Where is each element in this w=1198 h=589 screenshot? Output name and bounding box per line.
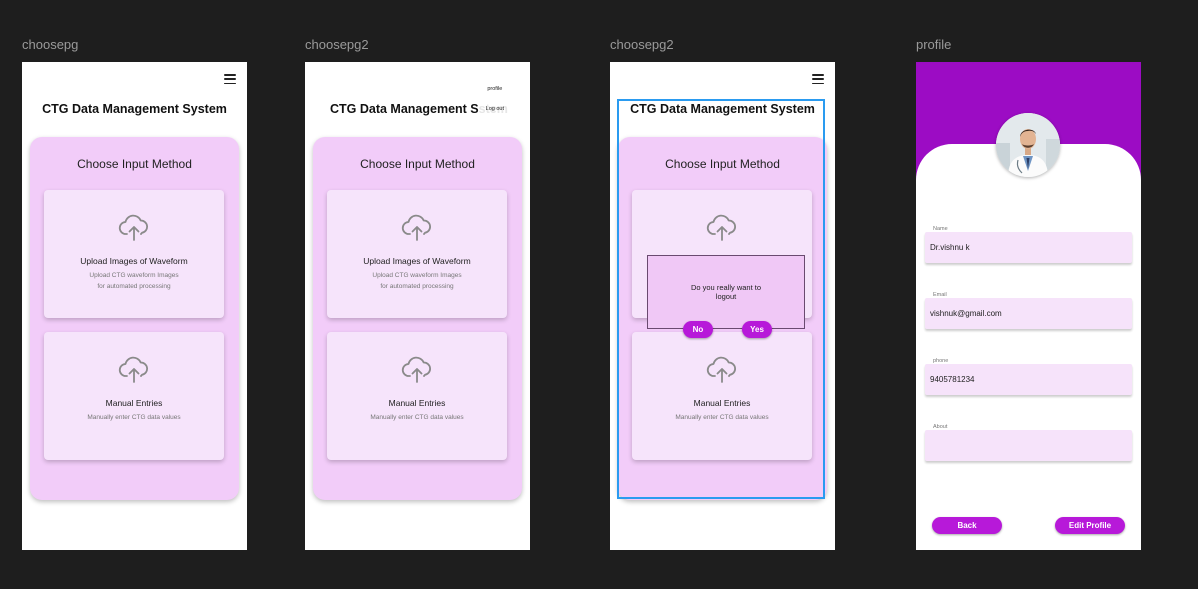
frame-choosepg2-logout: CTG Data Management System Choose Input … [610, 62, 835, 550]
input-method-panel: Choose Input Method Upload Images of Wav… [30, 137, 239, 500]
upload-card-desc-2: for automated processing [380, 283, 454, 290]
manual-card-desc: Manually enter CTG data values [370, 414, 464, 421]
name-value: Dr.vishnu k [930, 243, 970, 252]
phone-field[interactable]: 9405781234 [925, 364, 1132, 395]
upload-waveform-card[interactable]: Upload Images of Waveform Upload CTG wav… [327, 190, 507, 318]
manual-card-title: Manual Entries [388, 398, 446, 408]
dropdown-menu: profile Log out [486, 86, 504, 126]
dialog-message-line2: logout [715, 292, 737, 301]
phone-value: 9405781234 [930, 375, 975, 384]
frame-label-choosepg2-logout: choosepg2 [610, 37, 674, 52]
frame-label-choosepg2: choosepg2 [305, 37, 369, 52]
dialog-yes-button[interactable]: Yes [742, 321, 772, 338]
cloud-upload-icon [706, 356, 736, 383]
doctor-avatar-photo [996, 113, 1060, 177]
about-field[interactable] [925, 430, 1132, 461]
manual-entries-card[interactable]: Manual Entries Manually enter CTG data v… [327, 332, 507, 460]
cloud-upload-icon [118, 356, 148, 383]
manual-card-desc: Manually enter CTG data values [675, 414, 769, 421]
upload-card-title: Upload Images of Waveform [80, 256, 188, 266]
dialog-message-line1: Do you really want to [690, 283, 762, 292]
input-method-panel: Choose Input Method Upload Images of Wav… [313, 137, 522, 500]
app-title: CTG Data Management System [630, 102, 815, 116]
app-title: CTG Data Management System [42, 102, 227, 116]
manual-entries-card[interactable]: Manual Entries Manually enter CTG data v… [44, 332, 224, 460]
hamburger-menu-icon[interactable] [224, 74, 236, 84]
frame-label-choosepg: choosepg [22, 37, 79, 52]
cloud-upload-icon [118, 214, 148, 241]
menu-item-logout[interactable]: Log out [486, 106, 504, 112]
back-button[interactable]: Back [932, 517, 1002, 534]
panel-title: Choose Input Method [77, 157, 192, 171]
cloud-upload-icon [706, 214, 736, 241]
manual-card-title: Manual Entries [693, 398, 751, 408]
hamburger-menu-icon[interactable] [812, 74, 824, 84]
frame-choosepg2: CTG Data Management Sstem profile Log ou… [305, 62, 530, 550]
manual-card-desc: Manually enter CTG data values [87, 414, 181, 421]
upload-card-desc-1: Upload CTG waveform Images [372, 272, 462, 279]
manual-card-title: Manual Entries [105, 398, 163, 408]
upload-card-title: Upload Images of Waveform [363, 256, 471, 266]
panel-title: Choose Input Method [665, 157, 780, 171]
dialog-no-button[interactable]: No [683, 321, 713, 338]
frame-label-profile: profile [916, 37, 952, 52]
profile-body [916, 144, 1141, 550]
dialog-message: Do you really want to logout [668, 283, 784, 301]
frame-profile: Name Dr.vishnu k Email vishnuk@gmail.com… [916, 62, 1141, 550]
avatar [996, 113, 1060, 177]
manual-entries-card[interactable]: Manual Entries Manually enter CTG data v… [632, 332, 812, 460]
logout-confirm-dialog: Do you really want to logout No Yes [647, 255, 805, 338]
email-value: vishnuk@gmail.com [930, 309, 1002, 318]
app-title: CTG Data Management Sstem [330, 102, 508, 116]
edit-profile-button[interactable]: Edit Profile [1055, 517, 1125, 534]
panel-title: Choose Input Method [360, 157, 475, 171]
name-field[interactable]: Dr.vishnu k [925, 232, 1132, 263]
upload-waveform-card[interactable]: Upload Images of Waveform Upload CTG wav… [44, 190, 224, 318]
cloud-upload-icon [401, 356, 431, 383]
email-field[interactable]: vishnuk@gmail.com [925, 298, 1132, 329]
frame-choosepg: CTG Data Management System Choose Input … [22, 62, 247, 550]
upload-card-desc-1: Upload CTG waveform Images [89, 272, 179, 279]
menu-item-profile[interactable]: profile [486, 86, 504, 92]
upload-card-desc-2: for automated processing [97, 283, 171, 290]
app-title-visible: CTG Data Management S [330, 102, 479, 116]
cloud-upload-icon [401, 214, 431, 241]
